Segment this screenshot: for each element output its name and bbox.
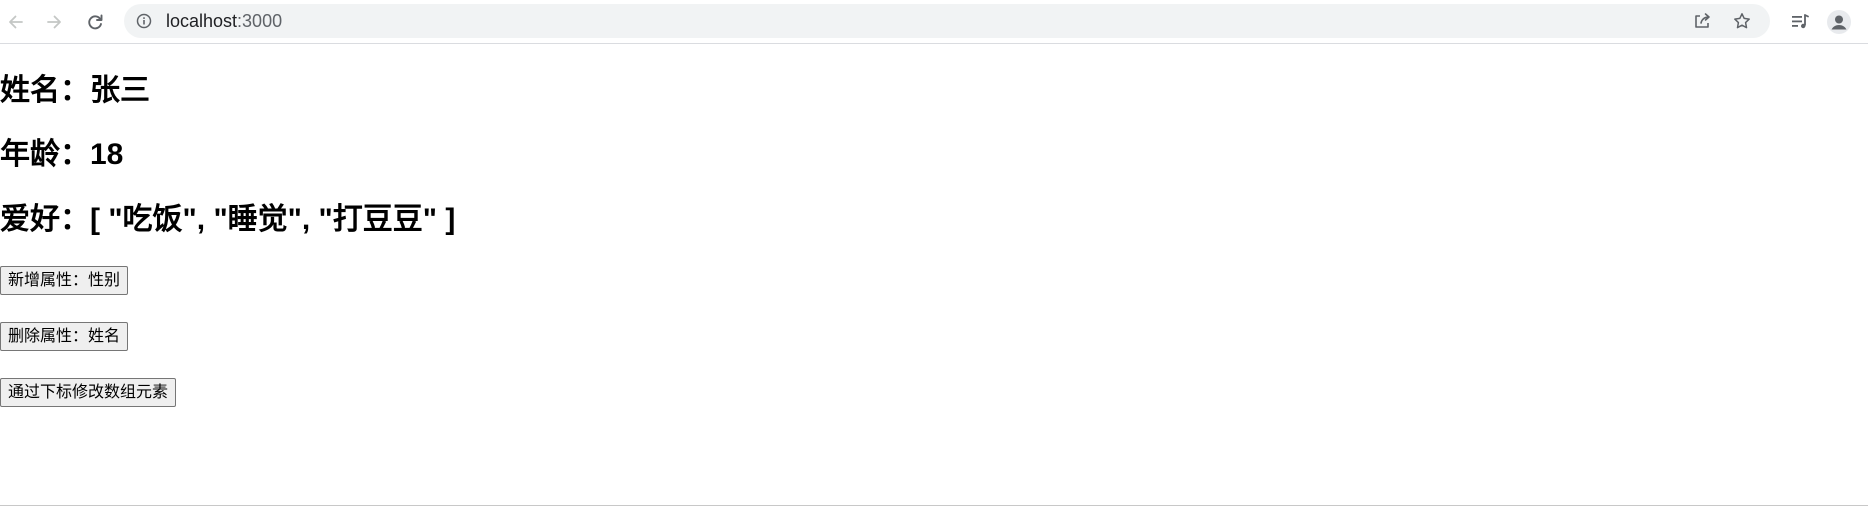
window-bottom-edge — [0, 505, 1868, 506]
back-button[interactable] — [0, 6, 32, 38]
media-control-button[interactable] — [1787, 9, 1813, 35]
add-sex-property-button[interactable]: 新增属性：性别 — [0, 266, 129, 295]
arrow-right-icon — [47, 15, 61, 29]
info-icon — [136, 13, 152, 29]
site-info-button[interactable] — [134, 11, 154, 31]
address-bar[interactable]: localhost:3000 — [124, 4, 1770, 38]
url-text[interactable]: localhost:3000 — [166, 12, 282, 30]
hobby-heading: 爱好：[ "吃饭", "睡觉", "打豆豆" ] — [0, 203, 456, 236]
share-button[interactable] — [1692, 11, 1712, 31]
delete-name-property-button[interactable]: 删除属性：姓名 — [0, 322, 129, 351]
profile-icon — [1827, 10, 1851, 34]
share-icon — [1695, 13, 1710, 28]
url-host: localhost — [166, 11, 238, 31]
reload-icon — [88, 14, 103, 30]
age-heading: 年龄：18 — [0, 138, 124, 171]
name-heading: 姓名：张三 — [0, 74, 150, 107]
page-content: 姓名：张三 年龄：18 爱好：[ "吃饭", "睡觉", "打豆豆" ] 新增属… — [0, 45, 1868, 506]
browser-toolbar: localhost:3000 — [0, 0, 1868, 44]
profile-button[interactable] — [1826, 9, 1852, 35]
media-queue-icon — [1792, 14, 1809, 29]
modify-array-by-index-button[interactable]: 通过下标修改数组元素 — [0, 378, 177, 407]
url-port: :3000 — [237, 11, 283, 31]
bookmark-button[interactable] — [1732, 11, 1752, 31]
arrow-left-icon — [9, 15, 23, 29]
forward-button[interactable] — [38, 6, 70, 38]
reload-button[interactable] — [79, 6, 111, 38]
star-icon — [1734, 13, 1750, 29]
